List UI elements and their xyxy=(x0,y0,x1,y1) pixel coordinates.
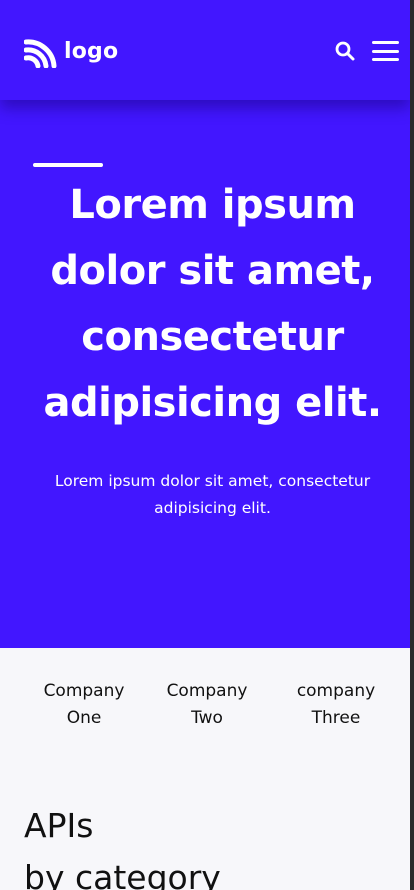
nav-actions xyxy=(334,40,399,62)
apis-title-line2: by category xyxy=(24,858,221,890)
company-name-line2: Three xyxy=(311,708,361,728)
hero-subtitle: Lorem ipsum dolor sit amet, consectetur … xyxy=(54,472,371,517)
apis-section-title: APIs by category xyxy=(24,800,221,890)
logo-link[interactable]: logo xyxy=(24,36,118,68)
window-scrollbar[interactable] xyxy=(410,0,414,890)
company-name-line2: One xyxy=(66,708,102,728)
company-name-line2: Two xyxy=(191,708,223,728)
company-name-line1: Company xyxy=(43,681,125,701)
company-list: Company One Company Two company Three xyxy=(0,678,410,738)
rss-feed-icon xyxy=(24,39,57,68)
hero-title: Lorem ipsum dolor sit amet, consectetur … xyxy=(43,182,382,426)
company-name-line1: company xyxy=(296,681,376,701)
search-icon[interactable] xyxy=(334,40,356,62)
hamburger-menu-icon[interactable] xyxy=(372,41,399,61)
apis-title-line1: APIs xyxy=(24,806,94,845)
company-item-three: company Three xyxy=(276,678,396,732)
company-item-one: Company One xyxy=(24,678,144,732)
hero-accent-line xyxy=(33,163,103,167)
page: Lorem ipsum dolor sit amet, consectetur … xyxy=(0,0,410,890)
menu-bar xyxy=(372,49,399,53)
navbar: logo xyxy=(0,0,410,100)
menu-bar xyxy=(372,41,399,44)
company-item-two: Company Two xyxy=(147,678,267,732)
company-name-line1: Company xyxy=(166,681,248,701)
menu-bar xyxy=(372,58,399,61)
logo-text: logo xyxy=(64,39,119,64)
